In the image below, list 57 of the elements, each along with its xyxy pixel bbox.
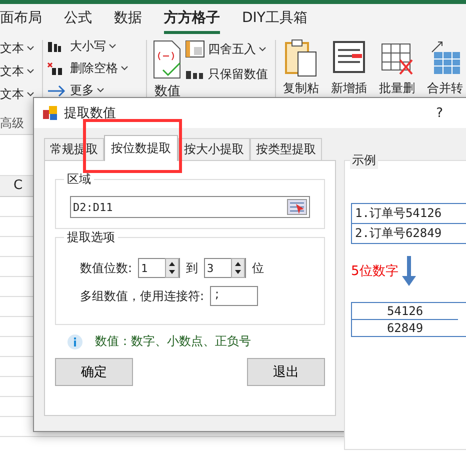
spin-arrows-icon [231, 258, 246, 278]
field-label: 到 [186, 260, 198, 276]
table-icon [184, 40, 205, 58]
ribbon-command[interactable]: 大小写 [46, 38, 142, 55]
caret-icon [27, 46, 34, 51]
ribbon-command[interactable]: 更多 [46, 82, 142, 99]
group-legend: 示例 [350, 152, 378, 169]
column-header[interactable]: C [0, 176, 36, 196]
ribbon-tab[interactable]: 公式 [64, 4, 92, 34]
text-menu[interactable]: 文本 [0, 40, 38, 57]
ribbon-command[interactable]: 删除空格 [46, 60, 142, 77]
example-cell-text: 1.订单号54126 [354, 205, 443, 222]
down-arrow-icon [402, 256, 416, 286]
text-menu[interactable]: 文本 [0, 86, 38, 103]
text-menu[interactable]: 文本 [0, 63, 38, 80]
info-text: 数值：数字、小数点、正负号 [95, 333, 251, 350]
example-cell: 2.订单号62849 [352, 223, 466, 243]
field-label: 数值位数: [80, 260, 132, 276]
ribbon-command[interactable]: 四舍五入 [184, 40, 272, 58]
field-label: 多组数值，使用连接符: [80, 288, 204, 304]
dialog-title: 提取数值 [64, 105, 116, 122]
joiner-field[interactable]: ; [210, 286, 258, 306]
group-label: 高级 [0, 115, 25, 132]
caret-icon [27, 92, 34, 97]
range-picker-icon [287, 199, 307, 215]
example-note: 5位数字 [351, 263, 398, 280]
arrow-icon [46, 84, 67, 98]
caret-icon [258, 46, 266, 52]
dialog-tab[interactable]: 按位数提取 [104, 135, 178, 161]
ribbon-button[interactable]: 新增插 [328, 38, 370, 134]
dialog-tab[interactable]: 按类型提取 [250, 138, 322, 160]
ribbon-command[interactable]: 只保留数值 [184, 66, 272, 83]
spin-arrows-icon [165, 258, 180, 278]
caret-icon [27, 69, 34, 74]
ribbon-button[interactable]: 复制粘 [280, 38, 322, 134]
field-label: 位 [252, 260, 264, 276]
exit-button[interactable]: 退出 [247, 358, 325, 386]
ribbon-button[interactable]: 批量删 [376, 38, 418, 134]
clipboard-icon [284, 38, 318, 78]
caret-icon [96, 88, 104, 93]
example-cell: 62849 [352, 319, 458, 336]
spin-field[interactable]: 3 [204, 258, 246, 278]
ribbon-tab[interactable]: 数据 [114, 4, 142, 34]
example-cell-text: 54126 [386, 303, 424, 319]
group-legend: 提取选项 [64, 229, 118, 246]
app-icon [42, 105, 58, 121]
caret-icon [108, 44, 116, 49]
ribbon-tab[interactable]: 面布局 [0, 4, 42, 34]
dialog-tab[interactable]: 按大小提取 [178, 138, 250, 160]
value-button[interactable]: 数值 [150, 40, 185, 100]
info-icon [67, 334, 83, 350]
help-button[interactable]: ? [436, 106, 443, 120]
range-field[interactable]: D2:D11 [70, 196, 310, 218]
caret-icon [120, 66, 128, 71]
spin-field[interactable]: 1 [138, 258, 180, 278]
ok-button[interactable]: 确定 [55, 358, 133, 386]
ribbon-tab[interactable]: DIY工具箱 [242, 4, 308, 34]
